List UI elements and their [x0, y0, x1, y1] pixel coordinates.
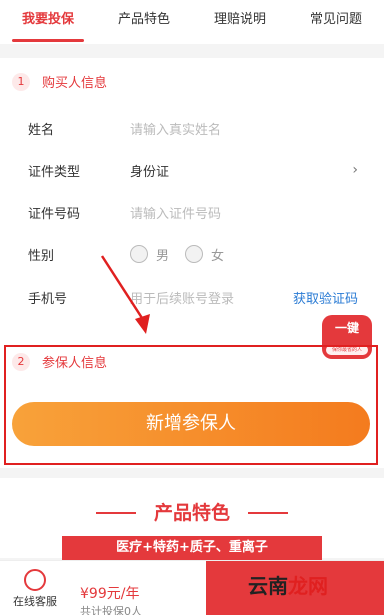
tab-faq[interactable]: 常见问题 — [288, 0, 384, 44]
name-row[interactable]: 姓名 请输入真实姓名 — [28, 113, 358, 143]
tab-claims[interactable]: 理赔说明 — [192, 0, 288, 44]
price-text: ¥99元/年 — [80, 586, 140, 602]
insured-count: 共计投保0人 — [80, 605, 142, 615]
watermark-part-b: 龙网 — [288, 574, 328, 598]
section-number: 1 — [12, 72, 30, 91]
promo-badge-title: 一键 — [334, 321, 359, 335]
tab-features[interactable]: 产品特色 — [96, 0, 192, 44]
gender-male-radio[interactable] — [130, 245, 148, 263]
name-label: 姓名 — [28, 122, 55, 138]
gender-male-label[interactable]: 男 — [156, 245, 169, 264]
features-banner: 医疗+特药+质子、重离子 — [62, 536, 322, 560]
gender-row: 性别 男 女 — [28, 239, 358, 269]
phone-input[interactable]: 用于后续账号登录 — [130, 288, 234, 307]
customer-service-label: 在线客服 — [13, 595, 57, 608]
watermark-part-a: 云南 — [248, 574, 288, 598]
id-number-label: 证件号码 — [28, 206, 81, 222]
chevron-right-icon: › — [352, 162, 358, 178]
phone-label: 手机号 — [28, 291, 68, 307]
id-number-input[interactable]: 请输入证件号码 — [130, 203, 221, 222]
phone-row[interactable]: 手机号 用于后续账号登录 获取验证码 — [28, 282, 358, 312]
id-type-row[interactable]: 证件类型 身份证 › — [28, 155, 358, 185]
buyer-section-header: 1 购买人信息 — [12, 72, 107, 91]
id-number-row[interactable]: 证件号码 请输入证件号码 — [28, 197, 358, 227]
title-divider-right — [248, 512, 288, 514]
features-section: 产品特色 医疗+特药+质子、重离子 — [0, 478, 384, 560]
customer-service-button[interactable]: 在线客服 — [0, 561, 70, 615]
tab-insure[interactable]: 我要投保 — [0, 0, 96, 44]
id-type-label: 证件类型 — [28, 164, 81, 180]
gender-female-radio[interactable] — [185, 245, 204, 263]
gender-label: 性别 — [28, 248, 55, 264]
section-title: 购买人信息 — [42, 76, 108, 91]
watermark: 云南龙网 — [248, 570, 328, 599]
headset-icon — [24, 569, 46, 591]
id-type-select[interactable]: 身份证 — [130, 161, 169, 180]
gender-female-label[interactable]: 女 — [211, 245, 224, 264]
name-input[interactable]: 请输入真实姓名 — [130, 119, 221, 138]
features-title: 产品特色 — [153, 502, 230, 524]
get-code-link[interactable]: 获取验证码 — [293, 288, 358, 307]
tab-bar: 我要投保 产品特色 理赔说明 常见问题 — [0, 0, 384, 44]
add-insured-button[interactable]: 新增参保人 — [12, 402, 370, 446]
